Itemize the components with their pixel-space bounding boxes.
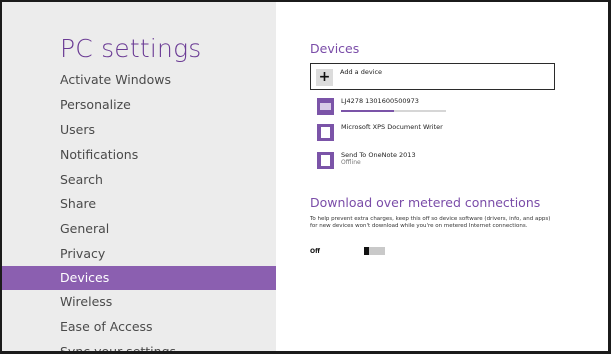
plus-icon: + [316, 69, 333, 86]
add-device-button[interactable]: + Add a device [310, 63, 555, 90]
nav-item-personalize[interactable]: Personalize [2, 93, 276, 117]
right-pane: Devices + Add a device LJ4278 1301600500… [276, 2, 608, 351]
keyboard-icon [317, 98, 334, 115]
add-device-label: Add a device [340, 68, 383, 76]
nav-item-ease-of-access[interactable]: Ease of Access [2, 315, 276, 339]
device-name: Microsoft XPS Document Writer [341, 123, 443, 131]
metered-heading: Download over metered connections [310, 195, 541, 210]
left-pane: PC settings Activate Windows Personalize… [2, 2, 276, 351]
metered-toggle[interactable] [364, 247, 385, 255]
nav-item-search[interactable]: Search [2, 168, 276, 192]
device-name: LJ4278 1301600500973 [341, 97, 419, 105]
printer-icon [317, 124, 334, 141]
nav-item-activate-windows[interactable]: Activate Windows [2, 68, 276, 92]
device-item[interactable]: LJ4278 1301600500973 [310, 97, 570, 120]
printer-icon [317, 152, 334, 169]
nav-item-wireless[interactable]: Wireless [2, 290, 276, 314]
toggle-thumb[interactable] [364, 247, 369, 255]
pc-settings-window: PC settings Activate Windows Personalize… [0, 0, 611, 354]
nav-item-general[interactable]: General [2, 217, 276, 241]
device-progress-bar [341, 110, 446, 112]
metered-description: To help prevent extra charges, keep this… [310, 216, 551, 230]
device-item[interactable]: Microsoft XPS Document Writer [310, 123, 570, 146]
nav-item-share[interactable]: Share [2, 192, 276, 216]
devices-heading: Devices [310, 41, 360, 56]
toggle-state-label: Off [310, 248, 320, 255]
device-status: Offline [341, 159, 361, 166]
nav-item-notifications[interactable]: Notifications [2, 143, 276, 167]
nav-item-privacy[interactable]: Privacy [2, 242, 276, 266]
nav-item-sync-settings[interactable]: Sync your settings [2, 340, 276, 351]
device-name: Send To OneNote 2013 [341, 151, 416, 159]
nav-item-users[interactable]: Users [2, 118, 276, 142]
device-progress-fill [341, 110, 394, 112]
device-item[interactable]: Send To OneNote 2013 Offline [310, 151, 570, 174]
page-title: PC settings [60, 34, 202, 63]
nav-item-devices[interactable]: Devices [2, 266, 276, 290]
